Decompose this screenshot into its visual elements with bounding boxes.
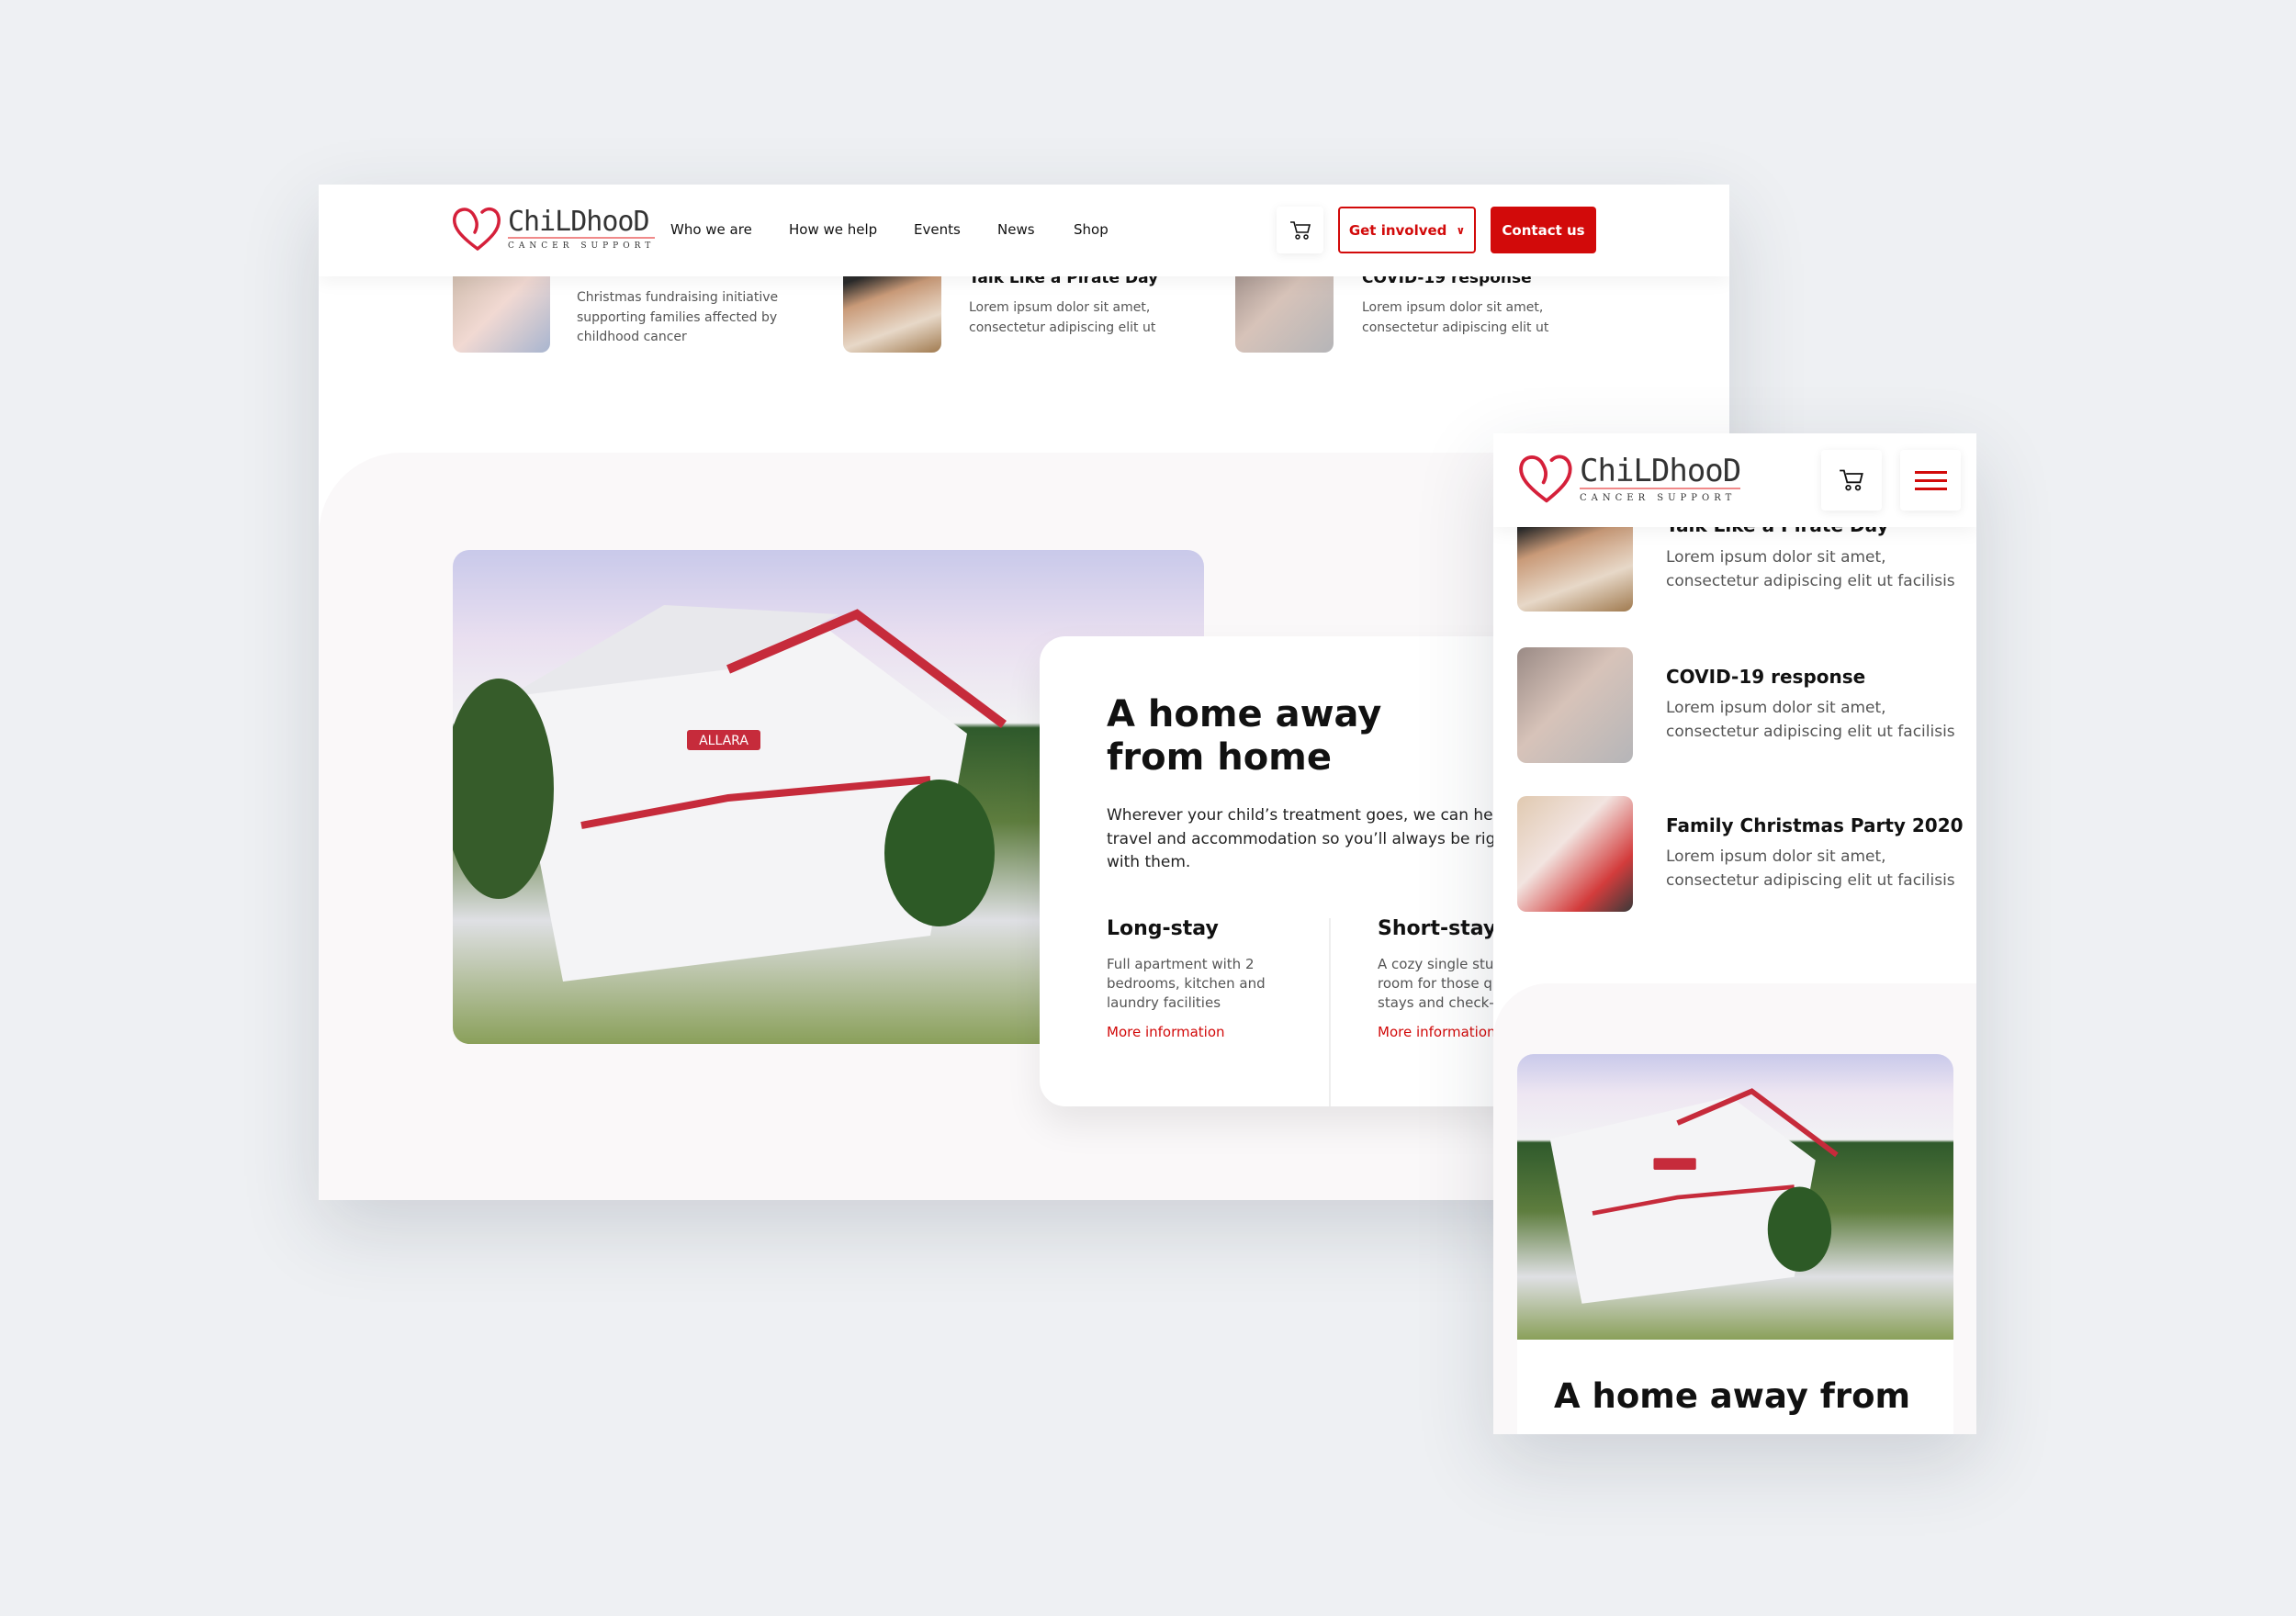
option-long-stay: Long-stay Full apartment with 2 bedrooms,… [1107,917,1266,1040]
news-body-1: Christmas fundraising initiative supporti… [577,290,779,344]
feature-body: Wherever your child’s treatment goes, we… [1107,806,1559,871]
mobile-news-body-2: Lorem ipsum dolor sit amet, consectetur a… [1666,699,1955,741]
logo-wordmark: ChiLDhooD [1580,452,1741,489]
news-body-3: Lorem ipsum dolor sit amet, consectetur a… [1362,300,1549,335]
logo-tagline: CANCER SUPPORT [508,236,656,251]
menu-button[interactable] [1900,450,1961,511]
nav-news[interactable]: News [997,221,1035,238]
feature-title: A home away from home [1107,693,1382,779]
cart-icon [1289,220,1311,240]
mobile-news-title-covid[interactable]: COVID-19 response [1666,666,1865,688]
nav-who-we-are[interactable]: Who we are [670,221,752,238]
logo[interactable]: ChiLDhooD CANCER SUPPORT [451,205,656,252]
news-body-2: Lorem ipsum dolor sit amet, consectetur a… [969,300,1156,335]
house-sign: ALLARA [699,734,748,748]
mobile-accommodation-card: A home away from [1517,1340,1953,1434]
nav-shop[interactable]: Shop [1074,221,1109,238]
house-illustration [1549,1088,1839,1304]
chevron-down-icon: ∨ [1456,223,1466,237]
hamburger-icon [1914,470,1947,490]
cart-button[interactable] [1277,207,1323,253]
mobile-news-thumb-covid[interactable] [1517,647,1633,763]
cart-icon [1840,469,1863,491]
mobile-cart-button[interactable] [1821,450,1882,511]
long-stay-more-link[interactable]: More information [1107,1024,1266,1040]
nav-how-we-help[interactable]: How we help [789,221,877,238]
mobile-news-thumb-christmas[interactable] [1517,796,1633,912]
contact-us-button[interactable]: Contact us [1491,207,1596,253]
heart-ribbon-icon [452,207,501,251]
mobile-house-photo [1517,1054,1953,1340]
mobile-header: ChiLDhooD CANCER SUPPORT [1493,433,1976,527]
logo-wordmark: ChiLDhooD [508,205,650,238]
get-involved-label: Get involved [1348,221,1447,239]
heart-ribbon-icon [1519,454,1572,503]
option-divider [1329,918,1331,1106]
mobile-logo[interactable]: ChiLDhooD CANCER SUPPORT [1517,452,1741,505]
mobile-news-title-christmas[interactable]: Family Christmas Party 2020 [1666,814,1964,836]
logo-tagline: CANCER SUPPORT [1580,487,1741,503]
mobile-news-body-3: Lorem ipsum dolor sit amet, consectetur a… [1666,847,1955,890]
mobile-feature-title: A home away from [1554,1376,1911,1416]
mobile-news-body-1: Lorem ipsum dolor sit amet, consectetur a… [1666,548,1955,590]
nav-events[interactable]: Events [914,221,961,238]
mobile-preview: ChiLDhooD CANCER SUPPORT Talk Like a Pir… [1493,433,1976,1434]
get-involved-button[interactable]: Get involved ∨ [1338,207,1476,253]
desktop-header: ChiLDhooD CANCER SUPPORT Who we are How … [319,185,1729,276]
